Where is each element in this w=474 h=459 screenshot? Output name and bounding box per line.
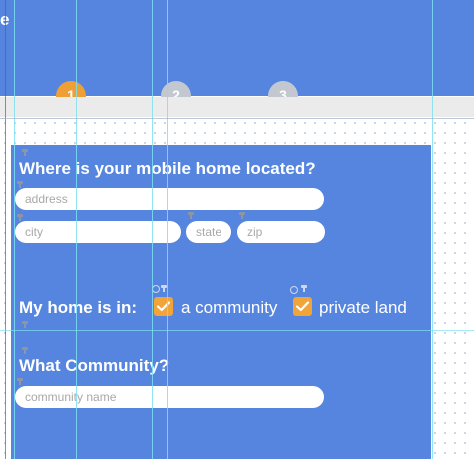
zip-input[interactable] bbox=[237, 221, 325, 243]
pin-icon[interactable] bbox=[22, 347, 28, 354]
home-type-label: My home is in: bbox=[19, 298, 138, 317]
pin-icon[interactable] bbox=[239, 212, 245, 219]
city-input[interactable] bbox=[15, 221, 181, 243]
address-input[interactable] bbox=[15, 188, 324, 210]
checkmark-icon bbox=[296, 301, 309, 312]
checkmark-icon bbox=[157, 301, 170, 312]
private-land-checkbox[interactable] bbox=[293, 297, 312, 316]
pin-icon[interactable] bbox=[17, 214, 23, 221]
community-heading: What Community? bbox=[19, 356, 170, 375]
pin-icon[interactable] bbox=[22, 321, 28, 328]
gear-icon[interactable] bbox=[290, 286, 298, 294]
layout-guide bbox=[152, 0, 153, 459]
pin-icon[interactable] bbox=[17, 378, 23, 385]
pin-icon[interactable] bbox=[17, 181, 23, 188]
layout-guide bbox=[432, 0, 433, 459]
progress-bar bbox=[0, 97, 474, 117]
pin-icon[interactable] bbox=[188, 212, 194, 219]
layout-guide bbox=[167, 0, 168, 459]
state-input[interactable] bbox=[186, 221, 231, 243]
private-land-option-label[interactable]: private land bbox=[319, 298, 407, 318]
layout-guide bbox=[14, 0, 15, 459]
pin-icon[interactable] bbox=[301, 285, 307, 292]
community-option-label[interactable]: a community bbox=[181, 298, 277, 318]
gear-icon[interactable] bbox=[152, 285, 160, 293]
community-checkbox[interactable] bbox=[154, 297, 173, 316]
layout-guide bbox=[76, 0, 77, 459]
layout-guide bbox=[5, 0, 6, 459]
layout-guide bbox=[0, 330, 474, 331]
layout-guide bbox=[0, 118, 474, 119]
pin-icon[interactable] bbox=[22, 149, 28, 156]
community-name-input[interactable] bbox=[15, 386, 324, 408]
